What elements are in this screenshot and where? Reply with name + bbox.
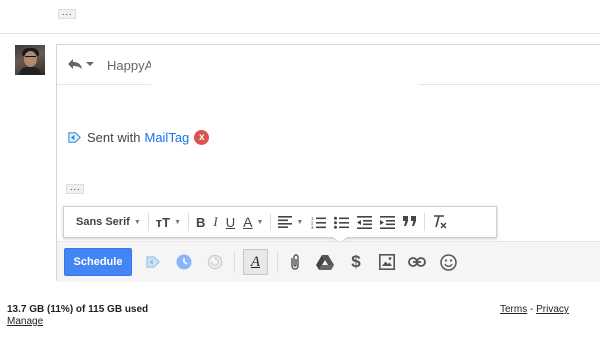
- schedule-button[interactable]: Schedule: [64, 248, 132, 276]
- signature-prefix: Sent with: [87, 130, 141, 145]
- attach-icon: [291, 254, 299, 270]
- chevron-down-icon: [86, 62, 94, 66]
- font-family-select[interactable]: Sans Serif ▼: [72, 211, 145, 233]
- quote-button[interactable]: [399, 211, 421, 233]
- clock-icon: [176, 254, 192, 270]
- chevron-down-icon: ▼: [174, 218, 181, 226]
- clear-formatting-button[interactable]: [428, 211, 452, 233]
- mailtag-link[interactable]: MailTag: [144, 130, 189, 145]
- mailtag-signature: Sent with MailTag x: [67, 130, 210, 145]
- storage-usage: 13.7 GB (11%) of 115 GB used: [7, 304, 149, 315]
- schedule-clock-button[interactable]: [174, 252, 194, 272]
- formatting-options-toggle[interactable]: A: [243, 249, 268, 275]
- align-button[interactable]: ▼: [274, 211, 307, 233]
- compose-action-bar: Schedule A $: [57, 241, 600, 282]
- align-icon: [278, 216, 293, 228]
- bold-icon: B: [196, 214, 206, 230]
- reply-type-dropdown[interactable]: [67, 58, 94, 70]
- reply-icon: [68, 59, 82, 69]
- numbered-list-icon: 1 2 3: [311, 216, 327, 229]
- reply-compose-box: HappyA Sent with MailTag x ··· Sans Seri…: [56, 44, 600, 282]
- insert-photo-button[interactable]: [377, 252, 397, 272]
- mailtag-icon: [68, 132, 81, 143]
- text-color-button[interactable]: A ▼: [239, 211, 267, 233]
- chevron-down-icon: ▼: [256, 218, 264, 226]
- insert-emoji-button[interactable]: [438, 252, 458, 272]
- photo-icon: [379, 254, 395, 270]
- chevron-down-icon: ▼: [296, 218, 304, 226]
- terms-link[interactable]: Terms: [500, 304, 527, 315]
- show-trimmed-content-button[interactable]: ···: [58, 9, 76, 19]
- bulleted-list-icon: [334, 216, 350, 229]
- insert-from-drive-button[interactable]: [315, 252, 335, 272]
- indent-less-icon: [357, 215, 373, 229]
- text-color-icon: A: [243, 214, 253, 230]
- underline-icon: U: [225, 214, 236, 230]
- indent-more-icon: [380, 215, 396, 229]
- popup-overlay: [151, 59, 419, 131]
- send-money-button[interactable]: $: [346, 252, 366, 272]
- quote-icon: [403, 216, 417, 226]
- underline-button[interactable]: U: [222, 211, 239, 233]
- chevron-down-icon: ▼: [133, 218, 141, 226]
- recurring-button[interactable]: [205, 252, 225, 272]
- indent-less-button[interactable]: [353, 211, 376, 233]
- dollar-icon: $: [351, 252, 361, 271]
- remove-signature-button[interactable]: x: [194, 130, 210, 145]
- footer-links: Terms - Privacy: [500, 304, 569, 315]
- attach-files-button[interactable]: [285, 252, 305, 272]
- avatar: [15, 45, 45, 75]
- bulleted-list-button[interactable]: [330, 211, 353, 233]
- font-size-button[interactable]: тT ▼: [152, 211, 185, 233]
- mailtag-button[interactable]: [143, 252, 163, 272]
- footer-separator: -: [530, 304, 534, 315]
- indent-more-button[interactable]: [376, 211, 399, 233]
- svg-text:3: 3: [311, 225, 314, 229]
- link-icon: [408, 257, 426, 267]
- bold-button[interactable]: B: [192, 211, 209, 233]
- formatting-toolbar: Sans Serif ▼ тT ▼ B I U A ▼ ▼ 1 2 3: [63, 206, 497, 246]
- show-trimmed-content-button-2[interactable]: ···: [66, 184, 84, 194]
- refresh-icon: [207, 254, 223, 270]
- recipient-field[interactable]: HappyA: [107, 58, 153, 73]
- drive-icon: [316, 255, 334, 270]
- insert-link-button[interactable]: [407, 252, 427, 272]
- manage-storage-link[interactable]: Manage: [7, 316, 43, 327]
- numbered-list-button[interactable]: 1 2 3: [307, 211, 330, 233]
- privacy-link[interactable]: Privacy: [536, 304, 569, 315]
- font-size-icon: тT: [155, 214, 171, 230]
- format-toggle-icon: A: [250, 253, 261, 270]
- mailtag-icon: [146, 256, 160, 268]
- italic-button[interactable]: I: [209, 211, 221, 233]
- italic-icon: I: [213, 214, 218, 229]
- clear-formatting-icon: [434, 215, 447, 229]
- font-family-label: Sans Serif: [76, 216, 130, 228]
- thread-divider: [0, 33, 600, 34]
- emoji-icon: [439, 253, 457, 271]
